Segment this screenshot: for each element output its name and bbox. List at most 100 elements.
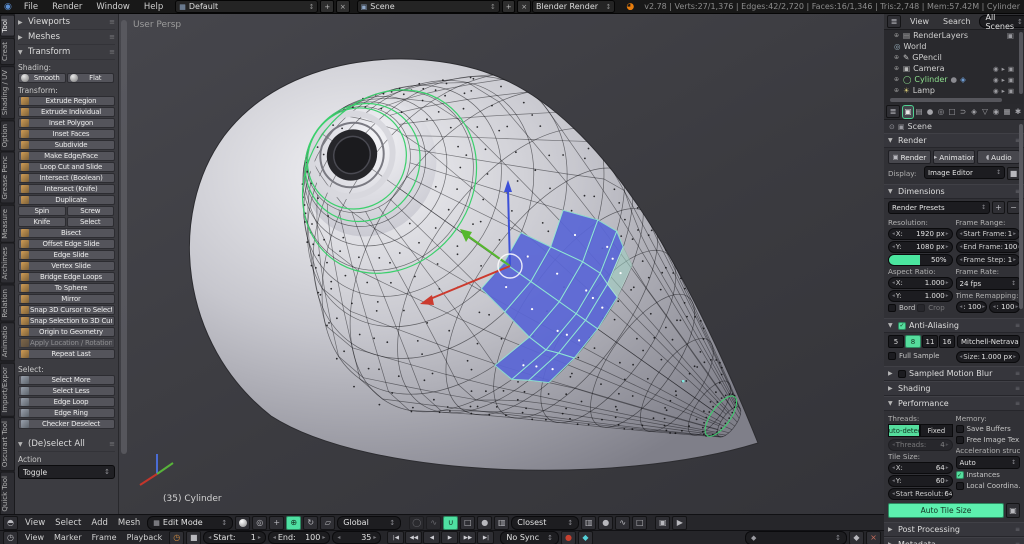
panel-header-antialiasing[interactable]: ▼ ✓ Anti-Aliasing ≡ bbox=[884, 318, 1024, 333]
tool-button[interactable]: Edge Slide bbox=[18, 250, 115, 260]
tool-button[interactable]: Duplicate bbox=[18, 195, 115, 205]
snap-element-button[interactable]: □ bbox=[460, 515, 476, 530]
panel-header-motion-blur[interactable]: ▶ Sampled Motion Blur ≡ bbox=[884, 366, 1024, 381]
toolshelf-tab[interactable]: Quick Tool bbox=[0, 472, 15, 515]
vertex-mode-button[interactable]: ● bbox=[598, 515, 614, 530]
timeline-menu[interactable]: Playback bbox=[122, 533, 168, 542]
full-sample-checkbox[interactable]: Full Sample bbox=[888, 351, 953, 361]
mode-dropdown[interactable]: ▦ Edit Mode ↕ bbox=[147, 515, 234, 530]
insert-keyframe-button[interactable]: ◆ bbox=[849, 530, 864, 544]
select-tool-button[interactable]: Checker Deselect bbox=[18, 419, 115, 429]
props-tab-world[interactable]: ◎ bbox=[936, 106, 946, 118]
threads-fixed-button[interactable]: Fixed bbox=[920, 424, 953, 437]
view3d-menu[interactable]: Select bbox=[50, 518, 86, 528]
tool-button[interactable]: Bisect bbox=[18, 228, 115, 238]
view3d-menu[interactable]: View bbox=[20, 518, 50, 528]
snap-mode-dropdown[interactable]: ● bbox=[477, 515, 493, 530]
viewport-shading-dropdown[interactable] bbox=[235, 515, 251, 530]
props-tab-object-data[interactable]: ▽ bbox=[980, 106, 990, 118]
auto-tile-settings-button[interactable]: ▣ bbox=[1006, 503, 1020, 518]
tile-x-field[interactable]: ◂ X: 64 ▸ bbox=[888, 462, 953, 474]
toolshelf-tab[interactable]: Tool bbox=[0, 15, 15, 37]
editor-type-button[interactable]: ◓ bbox=[3, 515, 18, 530]
panel-header-render[interactable]: ▼ Render ≡ bbox=[884, 133, 1024, 148]
tool-button[interactable]: Apply Location / Rotation / Scale bbox=[18, 338, 115, 348]
threads-count-field[interactable]: ◂ Threads: 4 ▸ bbox=[888, 439, 953, 451]
select-tool-button[interactable]: Edge Loop bbox=[18, 397, 115, 407]
tool-button[interactable]: Intersect (Knife) bbox=[18, 184, 115, 194]
transport-button[interactable]: |◀ bbox=[387, 531, 405, 544]
aa-size-field[interactable]: ◂ Size: 1.000 px ▸ bbox=[955, 351, 1020, 363]
toolshelf-tab[interactable]: Measure bbox=[0, 204, 15, 243]
border-checkbox[interactable]: Bord bbox=[888, 303, 915, 313]
decrement-arrow[interactable]: ◂ bbox=[273, 534, 276, 541]
panel-header-meshes[interactable]: ▶ Meshes ≡ bbox=[18, 30, 115, 45]
expander-icon[interactable]: ⊕ bbox=[894, 54, 900, 61]
auto-keying-dropdown[interactable]: ◆ bbox=[577, 530, 593, 544]
render-toggle-icon[interactable]: ▣ bbox=[1008, 65, 1014, 73]
eye-icon[interactable]: ◉ bbox=[993, 87, 999, 95]
auto-tile-size-button[interactable]: Auto Tile Size bbox=[888, 503, 1004, 518]
tool-button[interactable]: Intersect (Boolean) bbox=[18, 173, 115, 183]
tool-button[interactable]: Bridge Edge Loops bbox=[18, 272, 115, 282]
resolution-y-field[interactable]: ◂ Y: 1080 px ▸ bbox=[888, 241, 953, 253]
panel-header-shading[interactable]: ▶ Shading ≡ bbox=[884, 381, 1024, 396]
transport-button[interactable]: ◀◀ bbox=[405, 531, 423, 544]
props-tab-particles[interactable]: ✱ bbox=[1013, 106, 1023, 118]
save-buffers-checkbox[interactable]: Save Buffers bbox=[955, 424, 1021, 434]
tool-button[interactable]: Extrude Individual bbox=[18, 107, 115, 117]
outliner-filter-dropdown[interactable]: All Scenes ↕ bbox=[979, 14, 1024, 31]
keying-set-dropdown[interactable]: ◆ ↕ bbox=[744, 530, 847, 544]
free-image-textures-checkbox[interactable]: Free Image Tex... bbox=[955, 435, 1020, 445]
app-menu-icon[interactable]: ◉ bbox=[4, 2, 12, 12]
tool-button[interactable]: Origin to Geometry bbox=[18, 327, 115, 337]
render-toggle-icon[interactable]: ▣ bbox=[1008, 87, 1014, 95]
tool-button[interactable]: Subdivide bbox=[18, 140, 115, 150]
display-dropdown[interactable]: Image Editor ↕ bbox=[924, 166, 1005, 179]
toolshelf-tab[interactable]: Archimes bbox=[0, 243, 15, 284]
outliner-item[interactable]: ⊕ ✎ GPencil bbox=[884, 52, 1024, 63]
tool-button[interactable]: Snap Selection to 3D Cursor bbox=[18, 316, 115, 326]
manipulator-scale-button[interactable]: ▱ bbox=[320, 515, 336, 530]
end-frame-field[interactable]: ◂End Frame:100▸ bbox=[955, 241, 1020, 253]
decrement-arrow[interactable]: ◂ bbox=[337, 534, 340, 541]
remap-new-field[interactable]: ◂: 100 ▸ bbox=[988, 301, 1020, 313]
frame-step-field[interactable]: ◂ Frame Step: 1 ▸ bbox=[955, 254, 1020, 266]
render-audio-button[interactable]: ◖ Audio bbox=[977, 150, 1021, 164]
pivot-center-dropdown[interactable]: ◎ bbox=[252, 515, 268, 530]
tool-button[interactable]: Spin bbox=[18, 206, 66, 216]
outliner-item[interactable]: ◎ World bbox=[884, 41, 1024, 52]
toolshelf-tab[interactable]: Option bbox=[0, 119, 15, 152]
remap-old-field[interactable]: ◂: 100 ▸ bbox=[955, 301, 987, 313]
aa-samples-button[interactable]: 16 bbox=[939, 335, 955, 348]
opengl-render-anim-button[interactable]: ▶ bbox=[672, 515, 688, 530]
tool-button[interactable]: Inset Polygon bbox=[18, 118, 115, 128]
antialiasing-checkbox[interactable]: ✓ bbox=[898, 321, 906, 330]
scene-selector[interactable]: ▣ Scene ↕ bbox=[356, 0, 500, 13]
toolshelf-tab[interactable]: Grease Penc bbox=[0, 152, 15, 204]
add-layout-button[interactable]: + bbox=[320, 0, 335, 13]
threads-autodetect-button[interactable]: Auto-detect bbox=[888, 424, 921, 437]
decrement-arrow[interactable]: ◂ bbox=[208, 534, 211, 541]
timeline-menu[interactable]: View bbox=[20, 533, 49, 542]
tool-button[interactable]: Loop Cut and Slide bbox=[18, 162, 115, 172]
tool-button[interactable]: Screw bbox=[66, 206, 114, 216]
props-tab-object[interactable]: □ bbox=[947, 106, 957, 118]
manipulator-axis-icon[interactable]: + bbox=[269, 515, 285, 530]
tool-button[interactable]: Select bbox=[66, 217, 114, 227]
tile-y-field[interactable]: ◂ Y: 60 ▸ bbox=[888, 475, 953, 487]
outliner-item[interactable]: ⊕ ▣ Camera ◉ ▸ ▣ bbox=[884, 63, 1024, 74]
selectable-icon[interactable]: ▸ bbox=[1002, 87, 1005, 95]
resolution-x-field[interactable]: ◂ X: 1920 px ▸ bbox=[888, 228, 953, 240]
shade-flat-button[interactable]: Flat bbox=[66, 73, 114, 83]
panel-header-performance[interactable]: ▼ Performance ≡ bbox=[884, 396, 1024, 411]
sync-dropdown[interactable]: No Sync ↕ bbox=[500, 530, 559, 544]
lock-icon[interactable]: ■ bbox=[186, 530, 202, 544]
toolshelf-tab[interactable]: Creat bbox=[0, 37, 15, 65]
tool-button[interactable]: Mirror bbox=[18, 294, 115, 304]
panel-header-transform[interactable]: ▼ Transform ≡ bbox=[18, 45, 115, 60]
expander-icon[interactable]: ⊕ bbox=[894, 32, 900, 39]
select-tool-button[interactable]: Select More bbox=[18, 375, 115, 385]
aa-samples-button[interactable]: 8 bbox=[905, 335, 921, 348]
select-tool-button[interactable]: Edge Ring bbox=[18, 408, 115, 418]
